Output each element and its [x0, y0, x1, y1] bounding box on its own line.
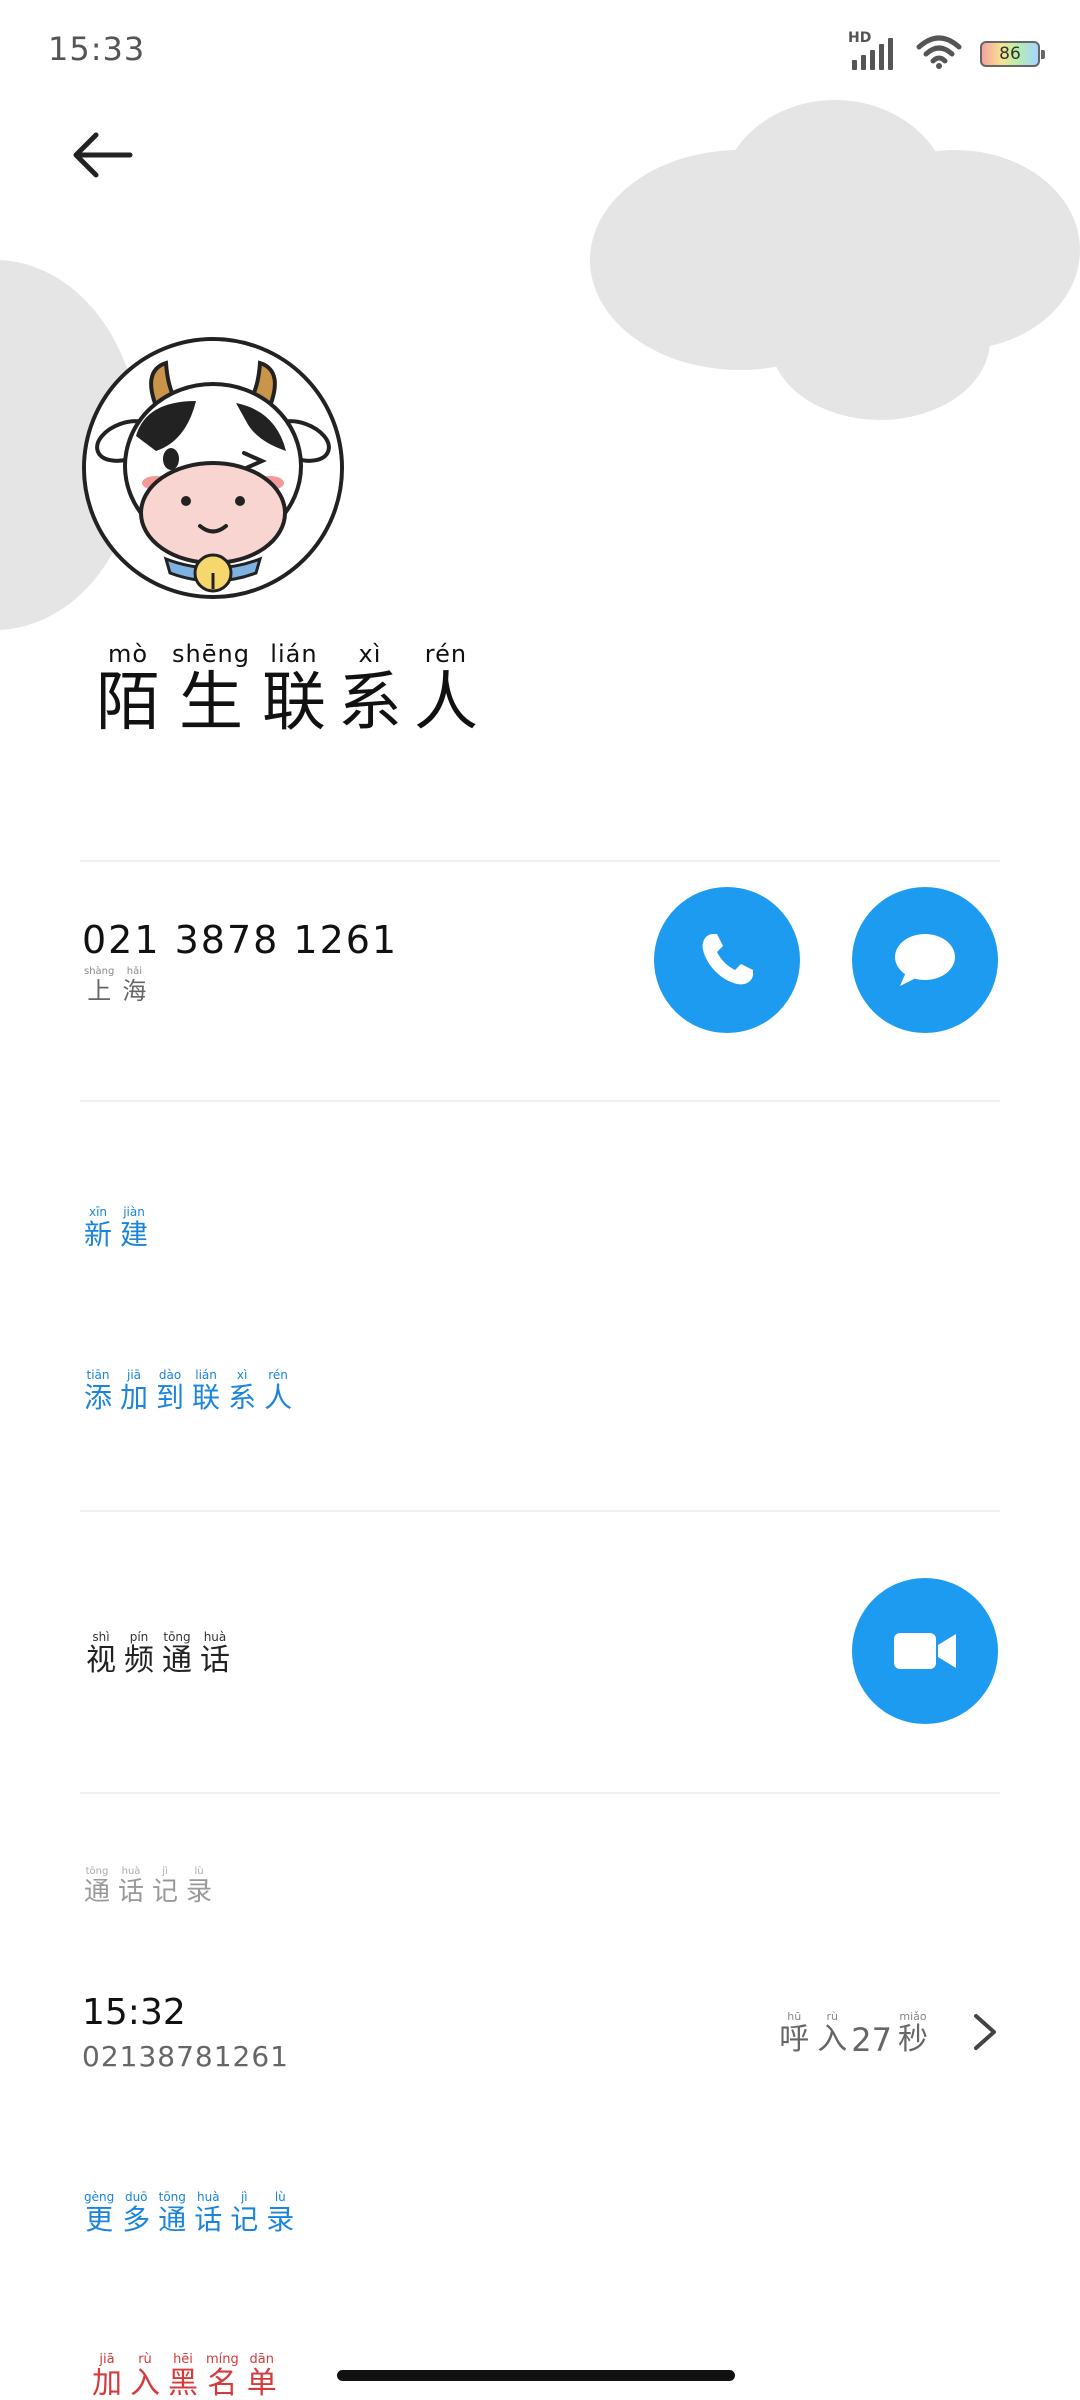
more-call-log-button[interactable]: gèng 更 duō 多 tōng 通 huà 话 jì 记 lù 录: [84, 2190, 302, 2236]
phone-location: shàng 上 hǎi 海: [84, 966, 147, 1005]
video-call-button[interactable]: [852, 1578, 998, 1724]
name-char: lián 联: [261, 640, 326, 740]
video-camera-icon: [894, 1633, 956, 1669]
signal-icon: HD: [848, 30, 898, 72]
chevron-right-icon[interactable]: [970, 2012, 1000, 2052]
call-log-title: tōng 通 huà 话 jì 记 lù 录: [84, 1866, 213, 1907]
status-icons: HD 86: [848, 30, 1045, 76]
home-indicator[interactable]: [337, 2370, 735, 2381]
name-char: xì 系: [337, 640, 402, 740]
call-time: 15:32: [82, 1992, 186, 2033]
wifi-icon: [916, 35, 962, 73]
message-button[interactable]: [852, 887, 998, 1033]
contact-name: mò 陌 shēng 生 lián 联 xì 系 rén 人: [96, 640, 490, 738]
add-to-contact-button[interactable]: tiān 添 jiā 加 dào 到 lián 联 xì 系 rén 人: [84, 1368, 300, 1414]
phone-number[interactable]: 021 3878 1261: [82, 918, 398, 962]
contact-detail-screen: 15:33 HD 86 mò 陌 shēng 生 lián 联 xì 系 rén…: [0, 0, 1080, 2400]
avatar[interactable]: [82, 337, 344, 599]
divider: [80, 1100, 1000, 1102]
call-duration: 27: [851, 2021, 892, 2059]
battery-level: 86: [999, 44, 1021, 64]
cartoon-cow-avatar: [86, 341, 340, 595]
divider: [80, 1510, 1000, 1512]
divider: [80, 860, 1000, 862]
battery-icon: 86: [980, 41, 1045, 67]
call-detail: hū 呼 rù 入 27 miǎo 秒: [779, 2010, 928, 2059]
new-contact-button[interactable]: xīn 新 jiàn 建: [84, 1205, 156, 1251]
divider: [80, 1792, 1000, 1794]
back-arrow-icon: [73, 132, 133, 178]
add-to-blacklist-button[interactable]: jiā 加 rù 入 hēi 黑 míng 名 dān 单: [92, 2352, 285, 2400]
call-button[interactable]: [654, 887, 800, 1033]
status-time: 15:33: [48, 30, 146, 68]
cloud-decoration: [770, 260, 990, 420]
name-char: mò 陌: [96, 640, 160, 740]
back-button[interactable]: [68, 125, 138, 185]
video-call-label[interactable]: shì 视 pín 频 tōng 通 huà 话: [86, 1630, 238, 1678]
name-char: rén 人: [413, 640, 478, 740]
phone-icon: [702, 934, 753, 985]
message-icon: [895, 934, 955, 986]
call-number: 02138781261: [82, 2040, 289, 2073]
name-char: shēng 生: [172, 640, 250, 740]
